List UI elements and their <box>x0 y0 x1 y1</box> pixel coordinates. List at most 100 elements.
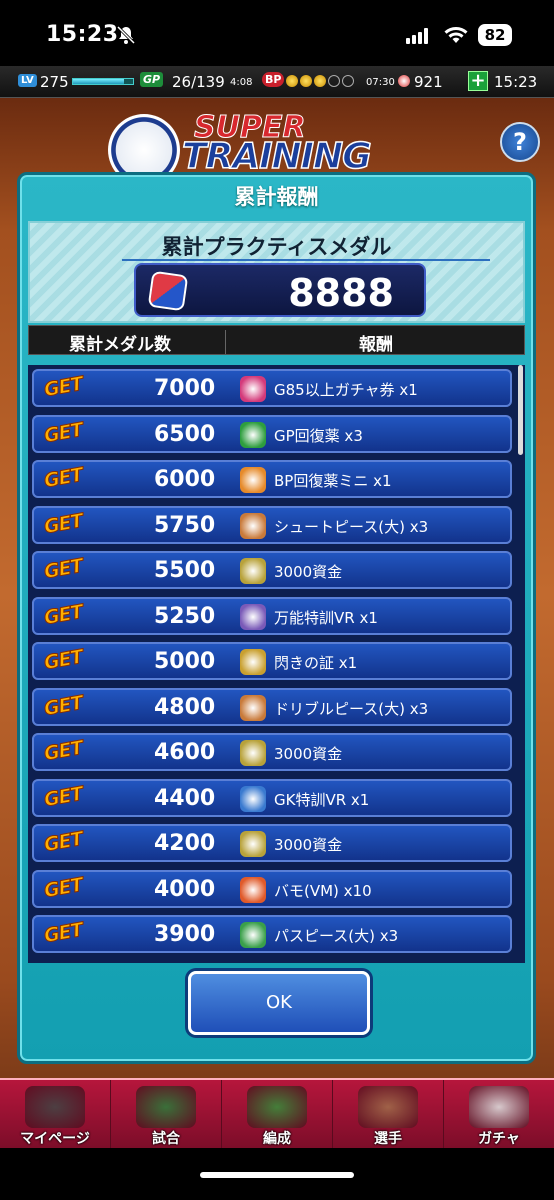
get-status-badge: GET <box>42 918 85 948</box>
vr-headset-icon <box>240 603 266 630</box>
required-medals: 7000 <box>154 376 216 401</box>
table-header: 累計メダル数 報酬 <box>28 325 525 355</box>
game-hud: LV 275 GP 26/139 4:08 BP 07:30 921 + 15:… <box>0 66 554 98</box>
nav-players[interactable]: 選手 <box>333 1080 444 1150</box>
wifi-icon <box>444 27 468 43</box>
reward-name: GK特訓VR x1 <box>274 790 370 809</box>
shoot-piece-icon <box>240 512 266 539</box>
bp-timer: 07:30 <box>366 77 395 88</box>
reward-row[interactable]: GET 7000 G85以上ガチャ券 x1 <box>32 369 512 407</box>
get-status-badge: GET <box>42 600 85 629</box>
required-medals: 4400 <box>154 785 216 811</box>
required-medals: 4000 <box>154 876 216 902</box>
bp-point-icon <box>314 75 326 87</box>
nav-match-icon <box>136 1086 196 1128</box>
reward-row[interactable]: GET 3900 パスピース(大) x3 <box>32 915 512 953</box>
nav-label: 試合 <box>152 1131 180 1147</box>
nav-mypage[interactable]: マイページ <box>0 1080 111 1150</box>
reward-name: シュートピース(大) x3 <box>274 517 429 536</box>
reward-row[interactable]: GET 4200 3000資金 <box>32 824 512 862</box>
bp-point-icon <box>286 75 298 87</box>
add-coins-button[interactable]: + <box>468 71 488 91</box>
bp-potion-icon <box>240 467 266 493</box>
column-divider <box>225 330 226 354</box>
vamo-ball-icon <box>240 876 266 903</box>
required-medals: 5000 <box>154 649 216 674</box>
ball-coin-icon <box>398 75 410 87</box>
required-medals: 6500 <box>154 421 216 447</box>
reward-row[interactable]: GET 4400 GK特訓VR x1 <box>32 778 512 817</box>
get-status-badge: GET <box>42 736 85 766</box>
required-medals: 6000 <box>154 467 216 492</box>
gp-value: 26/139 <box>172 73 225 91</box>
required-medals: 5500 <box>154 558 216 583</box>
reward-name: G85以上ガチャ券 x1 <box>274 381 418 399</box>
reward-list[interactable]: GET 7000 G85以上ガチャ券 x1 GET 6500 GP回復薬 x3 GET 600… <box>28 365 525 963</box>
reward-name: パスピース(大) x3 <box>274 927 399 945</box>
reward-row[interactable]: GET 6000 BP回復薬ミニ x1 <box>32 460 512 498</box>
medal-value: 8888 <box>288 271 394 315</box>
nav-mypage-icon <box>25 1086 85 1128</box>
reward-name: バモ(VM) x10 <box>274 881 372 900</box>
reward-name: 3000資金 <box>274 836 343 854</box>
ok-button[interactable]: OK <box>188 971 370 1035</box>
get-status-badge: GET <box>42 827 85 857</box>
reward-row[interactable]: GET 5000 閃きの証 x1 <box>32 642 512 680</box>
reward-row[interactable]: GET 4800 ドリブルピース(大) x3 <box>32 687 512 726</box>
get-status-badge: GET <box>42 782 85 811</box>
medal-divider <box>122 259 490 261</box>
get-status-badge: GET <box>42 418 85 447</box>
gacha-ticket-icon <box>240 376 266 402</box>
required-medals: 3900 <box>154 922 216 947</box>
trophy-icon <box>240 649 266 675</box>
required-medals: 4200 <box>154 831 216 856</box>
level-label: LV <box>18 74 37 87</box>
reward-row[interactable]: GET 5500 3000資金 <box>32 551 512 589</box>
reward-row[interactable]: GET 4000 バモ(VM) x10 <box>32 869 512 908</box>
reward-name: BP回復薬ミニ x1 <box>274 472 392 490</box>
get-status-badge: GET <box>42 372 85 402</box>
gp-potion-icon <box>240 421 266 448</box>
reward-name: ドリブルピース(大) x3 <box>274 699 429 718</box>
bp-point-icon <box>300 75 312 87</box>
bp-point-empty-icon <box>328 75 340 87</box>
reward-dialog: 累計報酬 累計プラクティスメダル 8888 累計メダル数 報酬 GET 7000 G… <box>17 172 536 1064</box>
column-header-reward: 報酬 <box>359 335 393 355</box>
get-status-badge: GET <box>42 554 85 584</box>
nav-players-icon <box>358 1086 418 1128</box>
nav-label: 編成 <box>263 1131 291 1147</box>
gp-timer: 4:08 <box>230 77 253 88</box>
help-button[interactable]: ? <box>500 122 540 162</box>
pass-piece-icon <box>240 922 266 948</box>
training-camp-logo: SUPER TRAINING CAMP <box>108 108 448 219</box>
home-indicator-bar <box>0 1148 554 1200</box>
required-medals: 5250 <box>154 603 216 629</box>
nav-formation-icon <box>247 1086 307 1128</box>
scrollbar[interactable] <box>518 365 523 455</box>
reward-row[interactable]: GET 5250 万能特訓VR x1 <box>32 596 512 635</box>
nav-match[interactable]: 試合 <box>111 1080 222 1150</box>
status-time: 15:23 <box>46 22 119 47</box>
nav-gacha-icon <box>469 1086 529 1128</box>
column-header-medals: 累計メダル数 <box>69 335 171 355</box>
hud-clock: 15:23 <box>494 73 538 91</box>
reward-name: 3000資金 <box>274 563 343 581</box>
nav-gacha[interactable]: ガチャ <box>444 1080 554 1150</box>
bp-label: BP <box>262 72 285 87</box>
dialog-title: 累計報酬 <box>234 185 319 209</box>
get-status-badge: GET <box>42 645 85 675</box>
reward-row[interactable]: GET 5750 シュートピース(大) x3 <box>32 505 512 544</box>
bp-point-empty-icon <box>342 75 354 87</box>
medal-counter: 8888 <box>134 263 426 317</box>
home-indicator <box>200 1172 354 1178</box>
nav-formation[interactable]: 編成 <box>222 1080 333 1150</box>
reward-row[interactable]: GET 4600 3000資金 <box>32 733 512 771</box>
gp-label: GP <box>140 72 164 87</box>
nav-label: 選手 <box>374 1131 402 1147</box>
bottom-navigation: マイページ 試合 編成 選手 ガチャ <box>0 1078 554 1150</box>
reward-name: 万能特訓VR x1 <box>274 608 378 627</box>
reward-row[interactable]: GET 6500 GP回復薬 x3 <box>32 414 512 453</box>
bell-muted-icon <box>116 25 136 45</box>
battery-indicator: 82 <box>478 24 512 46</box>
get-status-badge: GET <box>42 463 85 493</box>
